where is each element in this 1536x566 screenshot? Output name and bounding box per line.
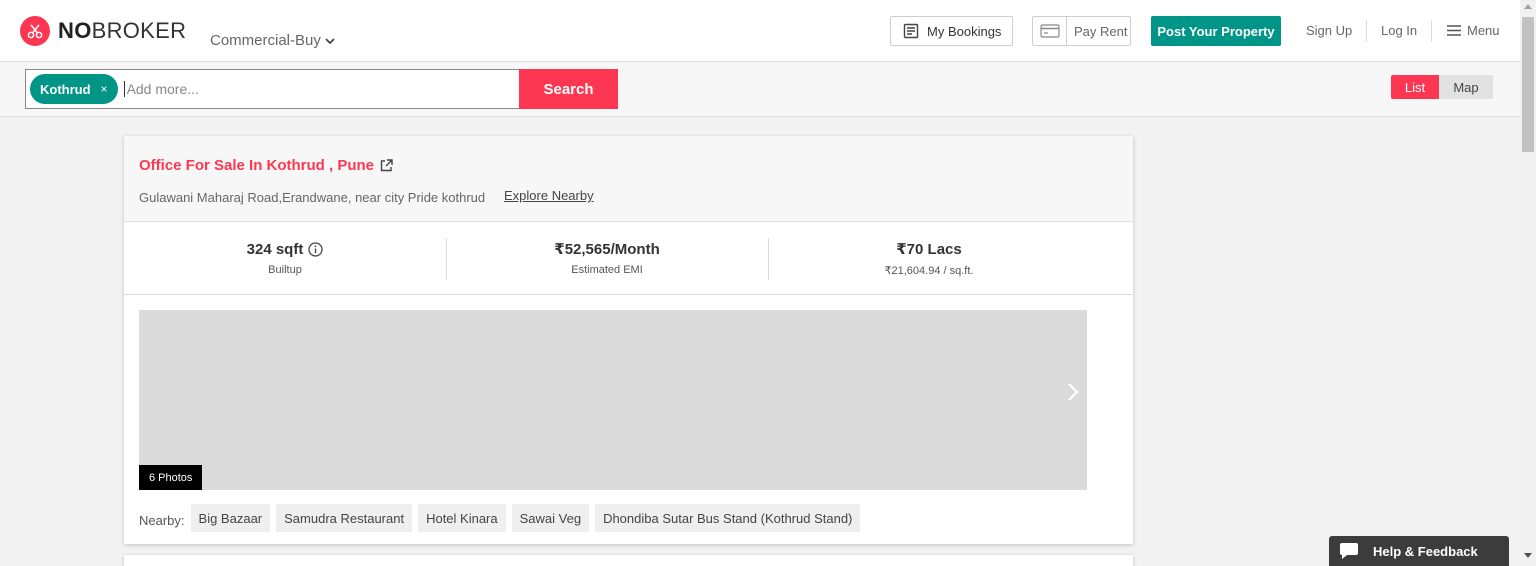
locality-chip[interactable]: Kothrud × [30, 74, 118, 104]
property-photo-carousel[interactable]: 6 Photos [139, 310, 1087, 490]
chip-remove-icon[interactable]: × [101, 82, 108, 96]
menu-label: Menu [1467, 23, 1500, 38]
list-view-button[interactable]: List [1391, 75, 1439, 99]
pay-rent-label: Pay Rent [1074, 23, 1128, 39]
scroll-down-arrow[interactable] [1524, 553, 1532, 558]
chat-bubble-icon [1340, 543, 1358, 559]
credit-card-icon [1033, 17, 1067, 45]
scroll-up-arrow[interactable] [1524, 4, 1532, 9]
search-input[interactable] [123, 81, 504, 97]
photo-count-badge: 6 Photos [139, 465, 203, 490]
next-property-card[interactable] [124, 555, 1133, 566]
log-in-link[interactable]: Log In [1381, 23, 1417, 38]
nav-divider [1366, 20, 1367, 42]
stat-price: ₹70 Lacs ₹21,604.94 / sq.ft. [768, 222, 1090, 294]
area-value: 324 sqft [246, 240, 304, 258]
search-button[interactable]: Search [519, 69, 618, 109]
nobroker-logo[interactable]: NOBROKER [20, 16, 186, 46]
nearby-chip[interactable]: Dhondiba Sutar Bus Stand (Kothrud Stand) [595, 504, 861, 532]
help-feedback-button[interactable]: Help & Feedback [1329, 536, 1509, 566]
bookings-icon [903, 23, 919, 39]
search-bar: Kothrud × Search List Map [0, 62, 1520, 117]
property-title-text: Office For Sale In Kothrud , Pune [139, 157, 375, 174]
property-stats: 324 sqft Builtup ₹52,565/Month Estimated… [124, 222, 1133, 295]
external-link-icon [380, 159, 393, 172]
stat-value: ₹70 Lacs [896, 240, 962, 258]
pay-rent-button[interactable]: Pay Rent [1032, 16, 1131, 46]
view-toggle: List Map [1391, 75, 1493, 99]
category-dropdown[interactable]: Commercial-Buy [210, 32, 335, 49]
stat-label: Estimated EMI [571, 264, 643, 276]
property-card[interactable]: Office For Sale In Kothrud , Pune Gulawa… [124, 136, 1133, 544]
property-title[interactable]: Office For Sale In Kothrud , Pune [139, 157, 393, 174]
stat-value: 324 sqft [247, 241, 324, 258]
map-view-button[interactable]: Map [1439, 75, 1493, 99]
stat-label: Builtup [268, 263, 302, 276]
nearby-places: Nearby: Big Bazaar Samudra Restaurant Ho… [139, 504, 866, 532]
nearby-chip[interactable]: Big Bazaar [190, 504, 271, 532]
nav-divider [1431, 20, 1432, 42]
page-scrollbar[interactable] [1520, 0, 1536, 566]
post-property-button[interactable]: Post Your Property [1151, 16, 1281, 46]
search-box[interactable]: Kothrud × [25, 69, 520, 109]
nearby-label: Nearby: [139, 512, 185, 528]
help-label: Help & Feedback [1373, 543, 1478, 559]
logo-text: NOBROKER [58, 18, 187, 43]
stat-emi: ₹52,565/Month Estimated EMI [446, 222, 768, 294]
info-icon[interactable] [308, 241, 323, 257]
top-header: NOBROKER Commercial-Buy My Bookings Pay … [0, 0, 1520, 62]
my-bookings-label: My Bookings [927, 23, 1002, 39]
stat-area: 324 sqft Builtup [124, 222, 446, 294]
locality-chip-label: Kothrud [40, 81, 91, 97]
chevron-right-icon[interactable] [1067, 382, 1079, 402]
menu-button[interactable]: Menu [1447, 23, 1500, 38]
stat-value: ₹52,565/Month [554, 241, 660, 258]
scroll-thumb[interactable] [1522, 17, 1534, 152]
card-header: Office For Sale In Kothrud , Pune Gulawa… [124, 136, 1133, 222]
nearby-chip[interactable]: Sawai Veg [511, 504, 590, 532]
stat-label: ₹21,604.94 / sq.ft. [884, 264, 974, 277]
property-address: Gulawani Maharaj Road,Erandwane, near ci… [139, 190, 486, 205]
hamburger-icon [1447, 25, 1461, 36]
nearby-chip[interactable]: Samudra Restaurant [276, 504, 413, 532]
category-label: Commercial-Buy [210, 32, 321, 49]
sign-up-link[interactable]: Sign Up [1306, 23, 1352, 38]
logo-scissors-icon [20, 16, 50, 46]
explore-nearby-link[interactable]: Explore Nearby [504, 188, 594, 203]
chevron-down-icon [325, 37, 335, 44]
nearby-chip[interactable]: Hotel Kinara [418, 504, 506, 532]
my-bookings-button[interactable]: My Bookings [890, 16, 1013, 46]
